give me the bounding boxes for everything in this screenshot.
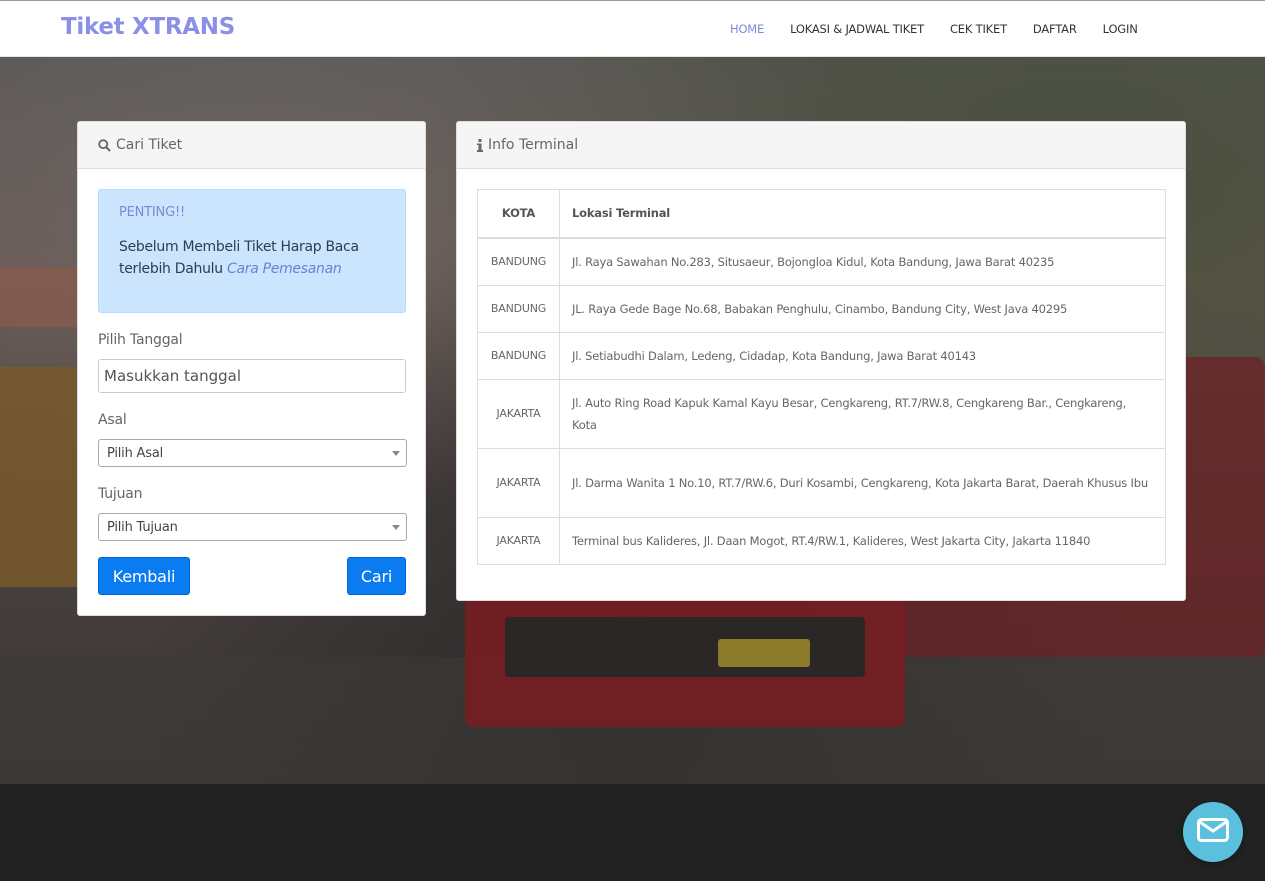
important-alert: PENTING!! Sebelum Membeli Tiket Harap Ba… <box>98 189 406 313</box>
navbar: Tiket XTRANS HOME LOKASI & JADWAL TIKET … <box>0 0 1265 57</box>
destination-label: Tujuan <box>98 486 143 502</box>
address-cell: Terminal bus Kalideres, Jl. Daan Mogot, … <box>559 516 1166 565</box>
terminal-info-panel: Info Terminal KOTA Lokasi Terminal BANDU… <box>456 121 1186 601</box>
chat-button[interactable] <box>1183 802 1243 862</box>
info-icon <box>477 138 483 152</box>
table-row: JAKARTA Terminal bus Kalideres, Jl. Daan… <box>477 516 1166 565</box>
table-row: JAKARTA Jl. Auto Ring Road Kapuk Kamal K… <box>477 378 1166 449</box>
alert-title: PENTING!! <box>119 205 185 220</box>
alert-text: Sebelum Membeli Tiket Harap Baca terlebi… <box>119 236 385 280</box>
hero-truck-grill <box>505 617 865 677</box>
dropdown-arrow-icon <box>392 451 400 456</box>
table-header-row: KOTA Lokasi Terminal <box>477 189 1166 239</box>
dropdown-arrow-icon <box>392 525 400 530</box>
origin-label: Asal <box>98 412 127 428</box>
table-row: JAKARTA Jl. Darma Wanita 1 No.10, RT.7/R… <box>477 447 1166 518</box>
footer <box>0 784 1265 881</box>
hero-roof <box>0 267 77 327</box>
origin-select-value: Pilih Asal <box>107 445 164 461</box>
back-button[interactable]: Kembali <box>98 557 190 595</box>
column-header-lokasi: Lokasi Terminal <box>559 189 1166 239</box>
search-panel-title: Cari Tiket <box>116 137 183 153</box>
main-nav: HOME LOKASI & JADWAL TIKET CEK TIKET DAF… <box>730 22 1164 36</box>
city-cell: BANDUNG <box>477 237 560 286</box>
envelope-icon <box>1197 818 1229 846</box>
date-input[interactable] <box>98 359 406 393</box>
destination-select-value: Pilih Tujuan <box>107 519 178 535</box>
search-icon <box>98 138 111 152</box>
date-label: Pilih Tanggal <box>98 332 183 348</box>
destination-select[interactable]: Pilih Tujuan <box>98 513 407 541</box>
origin-select[interactable]: Pilih Asal <box>98 439 407 467</box>
search-panel-heading: Cari Tiket <box>78 122 425 169</box>
search-ticket-panel: Cari Tiket PENTING!! Sebelum Membeli Tik… <box>77 121 426 616</box>
address-cell: Jl. Raya Sawahan No.283, Situsaeur, Bojo… <box>559 237 1166 286</box>
hero-license-plate <box>718 639 810 667</box>
terminal-table: KOTA Lokasi Terminal BANDUNG Jl. Raya Sa… <box>477 189 1166 565</box>
table-row: BANDUNG Jl. Setiabudhi Dalam, Ledeng, Ci… <box>477 331 1166 380</box>
nav-item-lokasi-jadwal[interactable]: LOKASI & JADWAL TIKET <box>790 22 924 36</box>
address-cell: JL. Raya Gede Bage No.68, Babakan Penghu… <box>559 284 1166 333</box>
nav-item-cek-tiket[interactable]: CEK TIKET <box>950 22 1007 36</box>
address-cell: Jl. Setiabudhi Dalam, Ledeng, Cidadap, K… <box>559 331 1166 380</box>
search-button[interactable]: Cari <box>347 557 406 595</box>
city-cell: JAKARTA <box>477 516 560 565</box>
city-cell: JAKARTA <box>477 447 560 518</box>
nav-item-login[interactable]: LOGIN <box>1103 22 1138 36</box>
table-row: BANDUNG Jl. Raya Sawahan No.283, Situsae… <box>477 237 1166 286</box>
city-cell: BANDUNG <box>477 284 560 333</box>
city-cell: JAKARTA <box>477 378 560 449</box>
table-row: BANDUNG JL. Raya Gede Bage No.68, Babaka… <box>477 284 1166 333</box>
address-cell: Jl. Auto Ring Road Kapuk Kamal Kayu Besa… <box>559 378 1166 449</box>
address-cell: Jl. Darma Wanita 1 No.10, RT.7/RW.6, Dur… <box>559 447 1166 518</box>
brand-logo[interactable]: Tiket XTRANS <box>61 14 235 40</box>
hero-truck-left <box>0 367 77 587</box>
nav-item-home[interactable]: HOME <box>730 22 764 36</box>
nav-item-daftar[interactable]: DAFTAR <box>1033 22 1077 36</box>
info-panel-heading: Info Terminal <box>457 122 1185 169</box>
column-header-kota: KOTA <box>477 189 560 239</box>
order-guide-link[interactable]: Cara Pemesanan <box>227 261 342 277</box>
city-cell: BANDUNG <box>477 331 560 380</box>
info-panel-title: Info Terminal <box>488 137 579 153</box>
